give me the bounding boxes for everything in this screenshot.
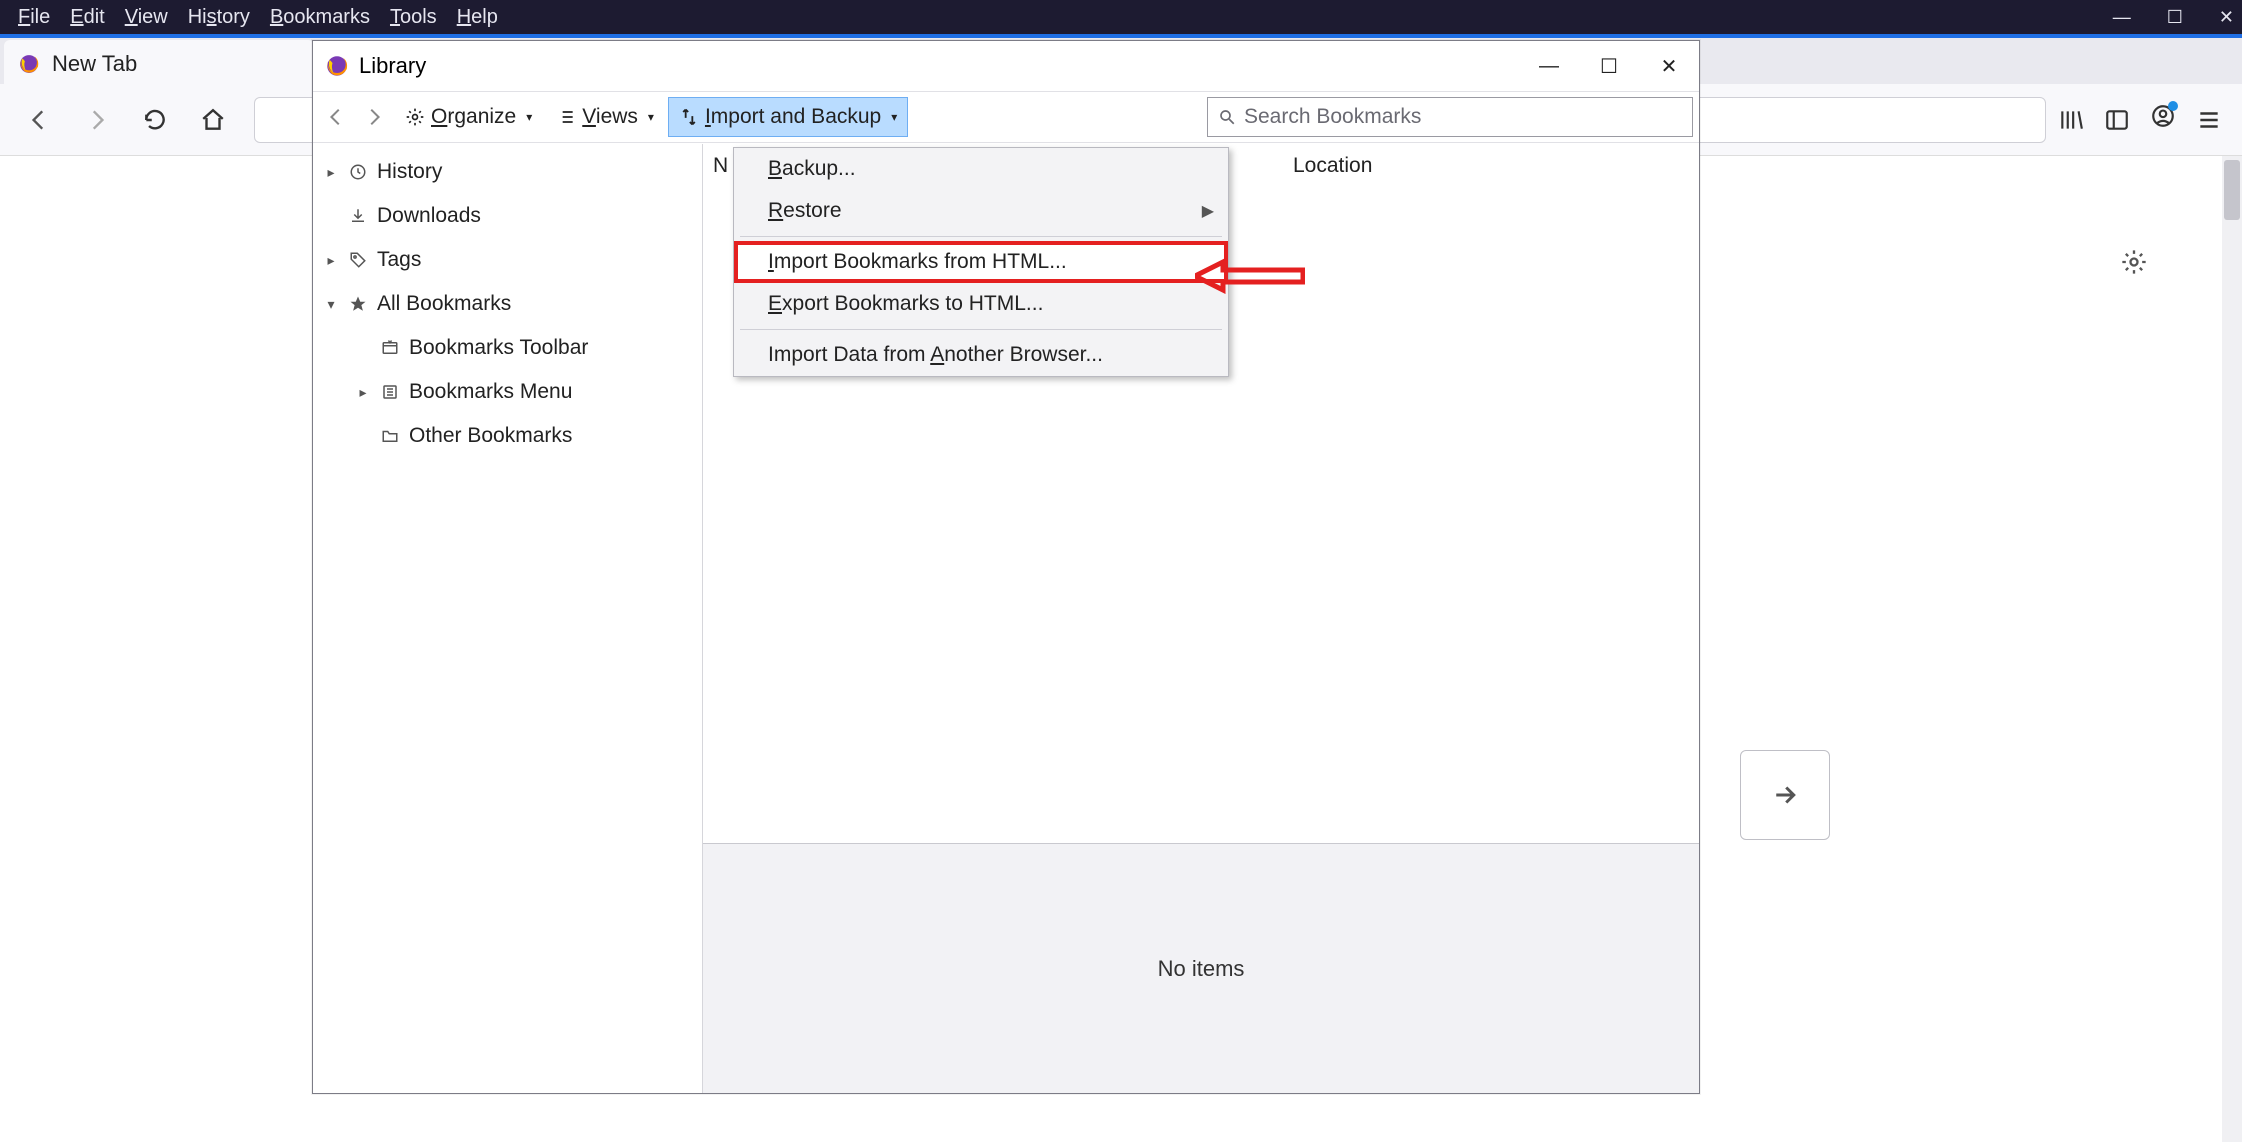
library-title-text: Library	[359, 53, 426, 79]
sidebar-icon[interactable]	[2104, 107, 2130, 133]
library-sidebar: ▸ History Downloads ▸ Tags ▾ All Bookmar…	[313, 144, 703, 1093]
arrow-left-icon	[26, 107, 52, 133]
library-icon[interactable]	[2058, 107, 2084, 133]
page-settings-gear-icon[interactable]	[2120, 248, 2148, 283]
window-close-icon[interactable]: ✕	[2219, 7, 2234, 28]
sidebar-other-bookmarks[interactable]: Other Bookmarks	[313, 414, 702, 458]
arrow-right-icon	[84, 107, 110, 133]
tab-title: New Tab	[52, 51, 137, 77]
library-forward-button[interactable]	[357, 97, 391, 137]
star-icon	[349, 295, 367, 313]
menu-view[interactable]: View	[115, 2, 178, 33]
arrow-right-icon	[363, 106, 385, 128]
library-detail-pane: No items	[703, 843, 1699, 1093]
sidebar-all-bookmarks[interactable]: ▾ All Bookmarks	[313, 282, 702, 326]
gear-icon	[405, 107, 425, 127]
page-scrollbar[interactable]	[2222, 156, 2242, 1142]
window-minimize-icon[interactable]: —	[2113, 7, 2131, 28]
home-icon	[200, 107, 226, 133]
sidebar-downloads[interactable]: Downloads	[313, 194, 702, 238]
library-search-placeholder: Search Bookmarks	[1244, 105, 1421, 129]
home-button[interactable]	[190, 97, 236, 143]
import-backup-button[interactable]: Import and Backup▾	[668, 97, 908, 137]
menu-import-another-browser[interactable]: Import Data from Another Browser...	[734, 334, 1228, 376]
library-close-icon[interactable]: ✕	[1639, 41, 1699, 91]
forward-button[interactable]	[74, 97, 120, 143]
library-toolbar: Organize▾ Views▾ Import and Backup▾ Sear…	[313, 91, 1699, 143]
organize-button[interactable]: Organize▾	[395, 97, 542, 137]
account-icon[interactable]	[2150, 103, 2176, 136]
library-minimize-icon[interactable]: —	[1519, 41, 1579, 91]
hamburger-menu-icon[interactable]	[2196, 107, 2222, 133]
back-button[interactable]	[16, 97, 62, 143]
sidebar-bookmarks-toolbar[interactable]: Bookmarks Toolbar	[313, 326, 702, 370]
library-maximize-icon[interactable]: ☐	[1579, 41, 1639, 91]
menu-restore[interactable]: Restore▶	[734, 190, 1228, 232]
reload-button[interactable]	[132, 97, 178, 143]
annotation-arrow-icon	[1195, 258, 1305, 294]
tag-icon	[349, 251, 367, 269]
folder-icon	[381, 427, 399, 445]
arrow-left-icon	[325, 106, 347, 128]
menu-backup[interactable]: Backup...	[734, 148, 1228, 190]
app-menubar: File Edit View History Bookmarks Tools H…	[0, 0, 2242, 34]
import-backup-menu: Backup... Restore▶ Import Bookmarks from…	[733, 147, 1229, 377]
menu-edit[interactable]: Edit	[60, 2, 114, 33]
browser-tab[interactable]: New Tab	[4, 40, 314, 88]
import-export-icon	[679, 107, 699, 127]
library-back-button[interactable]	[319, 97, 353, 137]
arrow-right-icon	[1770, 780, 1800, 810]
floating-forward-button[interactable]	[1740, 750, 1830, 840]
sidebar-tags[interactable]: ▸ Tags	[313, 238, 702, 282]
firefox-icon	[325, 54, 349, 78]
library-search-input[interactable]: Search Bookmarks	[1207, 97, 1693, 137]
menu-file[interactable]: File	[8, 2, 60, 33]
views-button[interactable]: Views▾	[546, 97, 664, 137]
menu-bookmarks[interactable]: Bookmarks	[260, 2, 380, 33]
sidebar-history[interactable]: ▸ History	[313, 150, 702, 194]
window-maximize-icon[interactable]: ☐	[2167, 7, 2183, 28]
menu-export-html[interactable]: Export Bookmarks to HTML...	[734, 283, 1228, 325]
clock-icon	[349, 163, 367, 181]
firefox-icon	[18, 53, 40, 75]
sidebar-bookmarks-menu[interactable]: ▸ Bookmarks Menu	[313, 370, 702, 414]
menu-history[interactable]: History	[178, 2, 260, 33]
list-icon	[556, 107, 576, 127]
search-icon	[1218, 108, 1236, 126]
library-titlebar[interactable]: Library	[313, 41, 1699, 91]
download-icon	[349, 207, 367, 225]
menu-help[interactable]: Help	[447, 2, 508, 33]
column-location[interactable]: Location	[1283, 154, 1699, 178]
bookmarks-menu-icon	[381, 383, 399, 401]
menu-import-html[interactable]: Import Bookmarks from HTML...	[734, 241, 1228, 283]
reload-icon	[142, 107, 168, 133]
library-no-items-text: No items	[1158, 956, 1245, 982]
bookmarks-toolbar-icon	[381, 339, 399, 357]
menu-tools[interactable]: Tools	[380, 2, 447, 33]
